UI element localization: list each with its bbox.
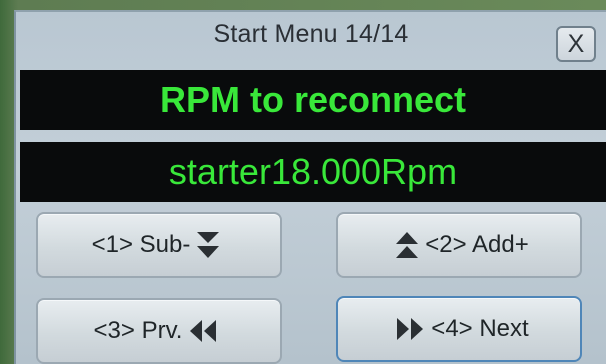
parameter-value: starter18.000Rpm [168,151,458,192]
title-bar: Start Menu 14/14 X [16,12,606,66]
double-chevron-up-icon [395,230,419,260]
previous-button[interactable]: <3> Prv. [36,298,282,364]
touch-screen: Start Menu 14/14 X RPM to reconnect star… [14,10,606,364]
double-chevron-down-icon [196,230,220,260]
double-arrow-left-icon [188,319,218,343]
parameter-value-panel: starter18.000Rpm [20,142,606,202]
window-title: Start Menu 14/14 [213,20,409,48]
sub-button[interactable]: <1> Sub- [36,212,282,278]
next-button-label: <4> Next [431,315,529,342]
parameter-heading-panel: RPM to reconnect [20,70,606,130]
double-arrow-right-icon [395,317,425,341]
previous-button-label: <3> Prv. [93,317,183,344]
add-button[interactable]: <2> Add+ [336,212,582,278]
device-bezel: Start Menu 14/14 X RPM to reconnect star… [0,0,606,364]
add-button-label: <2> Add+ [425,231,529,258]
close-button[interactable]: X [556,26,596,62]
sub-button-label: <1> Sub- [91,231,191,258]
next-button[interactable]: <4> Next [336,296,582,362]
parameter-heading: RPM to reconnect [159,79,467,120]
